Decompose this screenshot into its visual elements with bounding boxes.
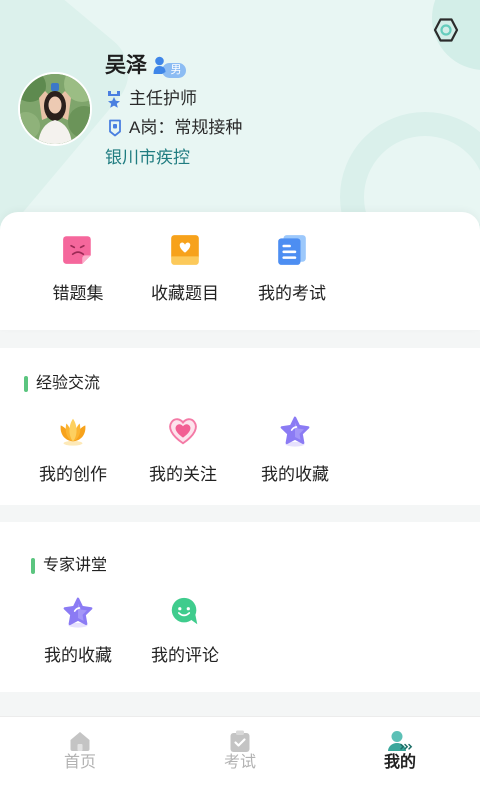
section-title: 经验交流 [36, 375, 101, 392]
professional-title: 主任护师 [129, 89, 197, 108]
section-title: 专家讲堂 [43, 557, 108, 574]
my-creations-label: 我的创作 [39, 465, 107, 484]
user-name: 吴泽 [105, 54, 147, 77]
my-creations-button[interactable]: 我的创作 [23, 414, 123, 492]
star-icon [63, 597, 93, 628]
star-icon [280, 416, 310, 447]
avatar-photo [20, 74, 90, 144]
section-marker [31, 558, 35, 574]
bottom-tab-bar: 首页 考试 我的 [0, 716, 480, 800]
badge-icon [109, 119, 121, 137]
organization: 银川市疾控 [105, 148, 190, 167]
wrong-questions-label: 错题集 [52, 284, 104, 303]
medal-icon [108, 91, 120, 108]
comment-icon [171, 597, 198, 625]
favorite-questions-icon [171, 235, 199, 265]
lecture-favorites-button[interactable]: 我的收藏 [28, 595, 128, 673]
profile-icon [388, 731, 413, 751]
avatar[interactable] [18, 72, 92, 146]
job-post: A岗：常规接种 [129, 118, 243, 137]
expert-lecture-section: 专家讲堂 我的收藏 我的评论 [0, 522, 480, 692]
my-exams-button[interactable]: 我的考试 [242, 233, 342, 311]
settings-icon[interactable] [432, 16, 460, 44]
my-exams-icon [278, 235, 306, 265]
my-exams-label: 我的考试 [258, 284, 326, 303]
my-follows-button[interactable]: 我的关注 [133, 414, 233, 492]
tab-home[interactable]: 首页 [0, 717, 160, 800]
my-favorites-label: 我的收藏 [261, 465, 329, 484]
tab-home-label: 首页 [63, 754, 96, 771]
gender-badge: 男 [153, 56, 187, 78]
favorite-questions-label: 收藏题目 [151, 284, 219, 303]
tab-exam-label: 考试 [223, 754, 256, 771]
person-icon [153, 56, 166, 74]
experience-exchange-section: 经验交流 我的创作 我的关注 我的收藏 [0, 348, 480, 505]
wrong-questions-button[interactable]: 错题集 [28, 233, 128, 311]
my-favorites-button[interactable]: 我的收藏 [245, 414, 345, 492]
tab-mine[interactable]: 我的 [320, 717, 480, 800]
exam-icon [230, 730, 250, 752]
wrong-questions-icon [63, 236, 91, 264]
section-marker [24, 376, 28, 392]
tab-exam[interactable]: 考试 [160, 717, 320, 800]
quick-actions-card: 错题集 收藏题目 我的考试 [0, 212, 480, 330]
my-follows-label: 我的关注 [149, 465, 217, 484]
my-comments-button[interactable]: 我的评论 [135, 595, 235, 673]
favorite-questions-button[interactable]: 收藏题目 [135, 233, 235, 311]
my-comments-label: 我的评论 [151, 646, 219, 665]
home-icon [70, 732, 90, 751]
heart-icon [169, 418, 197, 445]
lecture-favorites-label: 我的收藏 [44, 646, 112, 665]
tab-mine-label: 我的 [383, 754, 416, 771]
lotus-icon [60, 418, 86, 446]
